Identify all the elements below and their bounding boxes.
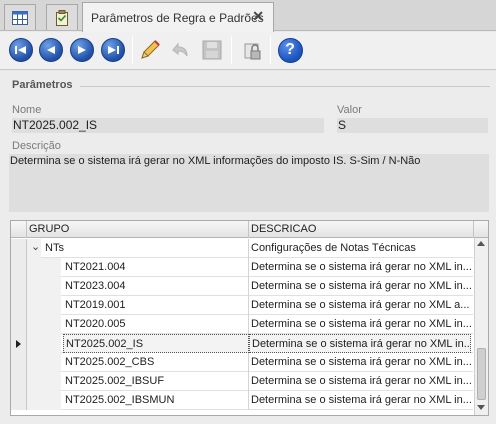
row-indicator[interactable] bbox=[11, 372, 27, 391]
grid-header: GRUPO DESCRICAO bbox=[11, 221, 488, 238]
valor-label: Valor bbox=[337, 104, 362, 116]
descricao-field[interactable]: Determina se o sistema irá gerar no XML … bbox=[9, 154, 489, 212]
header-corner bbox=[474, 221, 488, 238]
group-descricao-cell: Configurações de Notas Técnicas bbox=[251, 242, 416, 254]
row-indent bbox=[27, 258, 61, 277]
toolbar: ? bbox=[0, 32, 496, 70]
header-descricao[interactable]: DESCRICAO bbox=[249, 221, 474, 238]
section-title: Parâmetros bbox=[12, 79, 73, 91]
clipboard-check-icon bbox=[56, 9, 68, 26]
edit-pencil-icon bbox=[141, 40, 160, 59]
tab-checklist[interactable] bbox=[46, 4, 78, 30]
row-indent bbox=[27, 277, 61, 296]
toolbar-separator bbox=[231, 36, 232, 64]
undo-icon bbox=[172, 42, 188, 57]
scroll-down-icon[interactable] bbox=[477, 405, 485, 410]
table-row[interactable]: NT2025.002_IBSUF Determina se o sistema i… bbox=[11, 372, 473, 391]
vertical-scrollbar[interactable] bbox=[474, 238, 488, 415]
row-indicator[interactable] bbox=[11, 258, 27, 277]
table-row[interactable]: NT2021.004 Determina se o sistema irá ger… bbox=[11, 258, 473, 277]
table-row[interactable]: NT2025.002_CBS Determina se o sistema irá… bbox=[11, 353, 473, 372]
first-record-icon bbox=[9, 38, 33, 62]
nome-label: Nome bbox=[12, 104, 42, 116]
valor-field[interactable]: S bbox=[337, 118, 488, 133]
grupo-cell[interactable]: NT2025.002_IS bbox=[63, 334, 249, 353]
row-indent bbox=[27, 391, 61, 410]
current-row-arrow-icon bbox=[16, 340, 21, 348]
row-indent bbox=[27, 334, 61, 353]
table-row[interactable]: NT2025.002_IBSMUN Determina se o sistema … bbox=[11, 391, 473, 410]
tab-title: Parâmetros de Regra e Padrões bbox=[91, 11, 264, 25]
collapse-chevron-icon[interactable]: ⌄ bbox=[31, 240, 40, 253]
descricao-cell[interactable]: Determina se o sistema irá gerar no XML … bbox=[249, 258, 471, 277]
edit-button[interactable] bbox=[137, 37, 163, 63]
help-button[interactable]: ? bbox=[277, 37, 303, 63]
grupo-cell[interactable]: NT2025.002_IBSUF bbox=[63, 372, 249, 391]
parametros-grid[interactable]: GRUPO DESCRICAO ⌄ NTs Configurações de N… bbox=[10, 220, 489, 416]
row-indent bbox=[27, 315, 61, 334]
grupo-cell[interactable]: NT2025.002_CBS bbox=[63, 353, 249, 372]
scroll-up-icon[interactable] bbox=[477, 241, 485, 246]
row-indicator[interactable] bbox=[11, 315, 27, 334]
last-record-button[interactable] bbox=[100, 37, 126, 63]
descricao-cell[interactable]: Determina se o sistema irá gerar no XML … bbox=[249, 391, 471, 410]
table-row[interactable]: NT2023.004 Determina se o sistema irá ger… bbox=[11, 277, 473, 296]
lock-button[interactable] bbox=[240, 37, 266, 63]
nome-field[interactable]: NT2025.002_IS bbox=[12, 118, 324, 133]
grupo-cell[interactable]: NT2025.002_IBSMUN bbox=[63, 391, 249, 410]
table-row[interactable]: NT2020.005 Determina se o sistema irá ger… bbox=[11, 315, 473, 334]
first-record-button[interactable] bbox=[8, 37, 34, 63]
lock-icon bbox=[244, 43, 261, 60]
toolbar-separator bbox=[132, 36, 133, 64]
row-indent bbox=[27, 372, 61, 391]
section-divider bbox=[80, 86, 490, 87]
tab-parametros[interactable]: Parâmetros de Regra e Padrões ✕ bbox=[82, 2, 274, 32]
table-row[interactable]: NT2025.002_IS Determina se o sistema irá … bbox=[11, 334, 473, 353]
row-indicator[interactable] bbox=[11, 277, 27, 296]
grupo-cell[interactable]: NT2021.004 bbox=[63, 258, 249, 277]
row-indicator[interactable] bbox=[11, 334, 27, 353]
save-button[interactable] bbox=[199, 37, 225, 63]
row-indicator bbox=[11, 239, 27, 258]
descricao-cell[interactable]: Determina se o sistema irá gerar no XML … bbox=[249, 315, 471, 334]
save-disk-icon bbox=[202, 40, 222, 60]
descricao-cell[interactable]: Determina se o sistema irá gerar no XML … bbox=[249, 334, 471, 353]
grupo-cell[interactable]: NT2019.001 bbox=[63, 296, 249, 315]
row-indicator[interactable] bbox=[11, 353, 27, 372]
grid-table-icon bbox=[12, 10, 28, 25]
table-row[interactable]: NT2019.001 Determina se o sistema irá ger… bbox=[11, 296, 473, 315]
form-panel: Parâmetros Nome NT2025.002_IS Valor S De… bbox=[0, 71, 496, 424]
grupo-cell[interactable]: NT2020.005 bbox=[63, 315, 249, 334]
scroll-thumb[interactable] bbox=[477, 348, 486, 400]
help-glyph: ? bbox=[285, 41, 295, 58]
group-grupo-cell: NTs bbox=[43, 239, 249, 258]
group-row[interactable]: ⌄ NTs Configurações de Notas Técnicas bbox=[11, 239, 473, 258]
grupo-cell[interactable]: NT2023.004 bbox=[63, 277, 249, 296]
next-record-icon bbox=[70, 38, 94, 62]
row-indent bbox=[27, 353, 61, 372]
undo-button[interactable] bbox=[167, 37, 193, 63]
tab-bar: Parâmetros de Regra e Padrões ✕ bbox=[0, 0, 496, 32]
descricao-label: Descrição bbox=[12, 140, 61, 152]
tab-grid-view[interactable] bbox=[4, 4, 36, 30]
row-indent bbox=[27, 296, 61, 315]
help-icon: ? bbox=[277, 37, 303, 63]
descricao-cell[interactable]: Determina se o sistema irá gerar no XML … bbox=[249, 277, 471, 296]
row-indicator[interactable] bbox=[11, 296, 27, 315]
descricao-cell[interactable]: Determina se o sistema irá gerar no XML … bbox=[249, 296, 471, 315]
close-tab-icon[interactable]: ✕ bbox=[252, 8, 264, 25]
next-record-button[interactable] bbox=[69, 37, 95, 63]
descricao-cell[interactable]: Determina se o sistema irá gerar no XML … bbox=[249, 372, 471, 391]
previous-record-button[interactable] bbox=[38, 37, 64, 63]
toolbar-separator bbox=[270, 36, 271, 64]
previous-record-icon bbox=[39, 38, 63, 62]
row-indicator[interactable] bbox=[11, 391, 27, 410]
header-grupo[interactable]: GRUPO bbox=[27, 221, 249, 238]
header-indicator-cell bbox=[11, 221, 27, 238]
descricao-cell[interactable]: Determina se o sistema irá gerar no XML … bbox=[249, 353, 471, 372]
last-record-icon bbox=[101, 38, 125, 62]
